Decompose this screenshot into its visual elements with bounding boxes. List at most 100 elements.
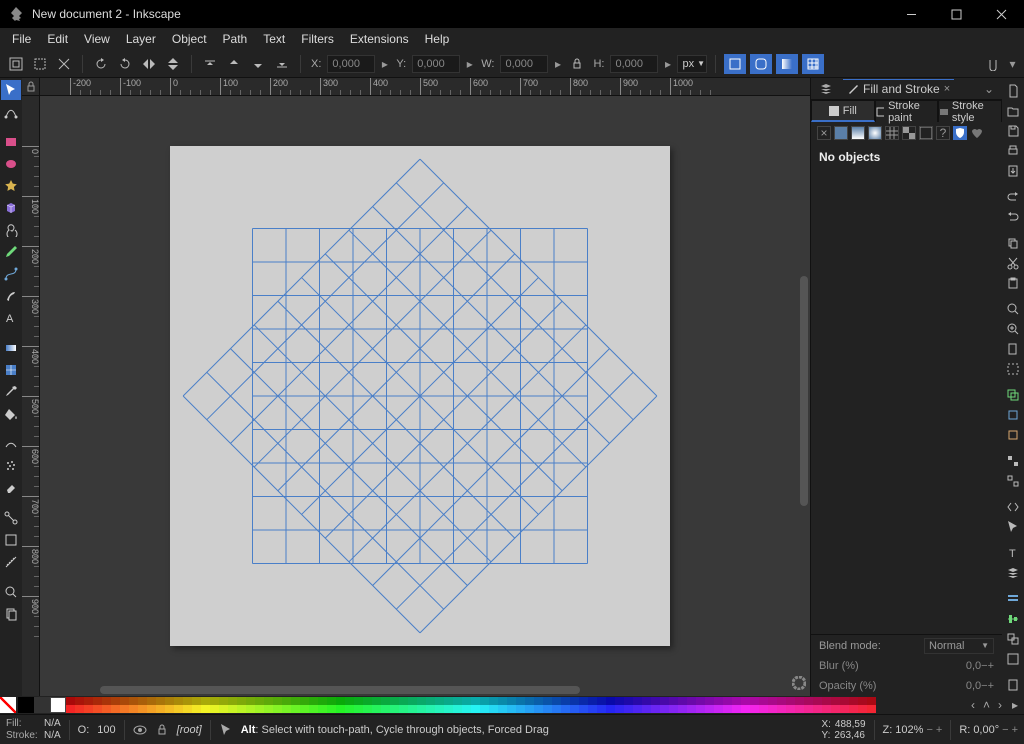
palette-color[interactable] (273, 697, 282, 713)
save-doc-icon[interactable] (1004, 124, 1022, 138)
palette-color[interactable] (750, 697, 759, 713)
text-tool[interactable]: A (1, 308, 21, 328)
palette-strip[interactable] (66, 697, 967, 713)
palette-color[interactable] (147, 697, 156, 713)
rect-tool[interactable] (1, 132, 21, 152)
palette-color[interactable] (453, 697, 462, 713)
unlink-clone-icon[interactable] (1004, 428, 1022, 442)
status-rotation[interactable]: R:0,00°−+ (959, 724, 1018, 736)
palette-color[interactable] (777, 697, 786, 713)
palette-color[interactable] (426, 697, 435, 713)
connector-tool[interactable] (1, 508, 21, 528)
print-doc-icon[interactable] (1004, 144, 1022, 158)
tab-stroke-style[interactable]: Stroke style (938, 100, 1002, 122)
palette-color[interactable] (84, 697, 93, 713)
opacity-row[interactable]: Opacity (%)0,0−+ (811, 676, 1002, 696)
palette-color[interactable] (561, 697, 570, 713)
palette-color[interactable] (822, 697, 831, 713)
lock-aspect-icon[interactable] (567, 54, 587, 74)
measure-tool[interactable] (1, 552, 21, 572)
palette-color[interactable] (282, 697, 291, 713)
palette-color[interactable] (354, 697, 363, 713)
w-stepper[interactable]: ▸ (552, 55, 563, 73)
palette-color[interactable] (633, 697, 642, 713)
viewport[interactable] (40, 96, 810, 696)
snap-menu-chevron[interactable]: ▾ (1007, 55, 1018, 73)
palette-color[interactable] (408, 697, 417, 713)
palette-color[interactable] (660, 697, 669, 713)
palette-color[interactable] (75, 697, 84, 713)
color-wheel-icon[interactable] (792, 676, 806, 690)
palette-color[interactable] (336, 697, 345, 713)
selector-tool[interactable] (1, 80, 21, 100)
palette-color[interactable] (363, 697, 372, 713)
ungroup-icon[interactable] (1004, 474, 1022, 488)
palette-color[interactable] (723, 697, 732, 713)
star-tool[interactable] (1, 176, 21, 196)
xml-editor-icon[interactable] (1004, 500, 1022, 514)
layer-lock-icon[interactable] (155, 723, 169, 737)
transform-dialog-icon[interactable] (1004, 632, 1022, 646)
paintbucket-tool[interactable] (1, 404, 21, 424)
h-input[interactable] (610, 55, 658, 73)
palette-color[interactable] (174, 697, 183, 713)
palette-color[interactable] (687, 697, 696, 713)
copy-icon[interactable] (1004, 236, 1022, 250)
close-panel-icon[interactable]: × (944, 83, 950, 95)
palette-color[interactable] (840, 697, 849, 713)
palette-color[interactable] (768, 697, 777, 713)
tab-fill[interactable]: Fill (811, 100, 875, 122)
swatch-black[interactable] (18, 697, 34, 713)
open-doc-icon[interactable] (1004, 104, 1022, 118)
bezier-tool[interactable] (1, 264, 21, 284)
palette-color[interactable] (615, 697, 624, 713)
palette-color[interactable] (525, 697, 534, 713)
palette-color[interactable] (219, 697, 228, 713)
align-dialog-icon[interactable] (1004, 612, 1022, 626)
palette-color[interactable] (417, 697, 426, 713)
palette-color[interactable] (543, 697, 552, 713)
palette-color[interactable] (480, 697, 489, 713)
palette-color[interactable] (534, 697, 543, 713)
maximize-button[interactable] (934, 0, 979, 28)
snap-toggle-icon[interactable] (983, 54, 1003, 74)
eraser-tool[interactable] (1, 478, 21, 498)
swatch-gray[interactable] (34, 697, 50, 713)
new-doc-icon[interactable] (1004, 84, 1022, 98)
dock-tab-layers-icon[interactable] (815, 80, 837, 98)
dock-tab-fillstroke[interactable]: Fill and Stroke × (843, 79, 954, 98)
palette-color[interactable] (399, 697, 408, 713)
palette-color[interactable] (93, 697, 102, 713)
zoom-page-icon[interactable] (1004, 342, 1022, 356)
minimize-button[interactable] (889, 0, 934, 28)
horizontal-scrollbar[interactable] (100, 686, 580, 694)
blend-mode-select[interactable]: Normal▼ (924, 638, 994, 654)
menu-view[interactable]: View (76, 29, 118, 49)
palette-color[interactable] (867, 697, 876, 713)
paint-shield-icon[interactable] (953, 126, 967, 140)
palette-menu-icon[interactable]: ▸ (1006, 698, 1024, 712)
palette-color[interactable] (228, 697, 237, 713)
doc-props-icon[interactable] (1004, 678, 1022, 692)
palette-color[interactable] (291, 697, 300, 713)
y-input[interactable] (412, 55, 460, 73)
palette-color[interactable] (444, 697, 453, 713)
palette-color[interactable] (597, 697, 606, 713)
palette-color[interactable] (516, 697, 525, 713)
h-stepper[interactable]: ▸ (662, 55, 673, 73)
palette-color[interactable] (795, 697, 804, 713)
palette-scroll-left-icon[interactable]: ‹ (967, 698, 979, 712)
scale-corners-icon[interactable] (750, 54, 772, 74)
pencil-tool[interactable] (1, 242, 21, 262)
paint-unknown-icon[interactable]: ? (936, 126, 950, 140)
palette-color[interactable] (309, 697, 318, 713)
ruler-corner-lock-icon[interactable] (22, 78, 40, 96)
paste-icon[interactable] (1004, 276, 1022, 290)
palette-color[interactable] (642, 697, 651, 713)
rotate-ccw-icon[interactable] (91, 54, 111, 74)
3dbox-tool[interactable] (1, 198, 21, 218)
palette-color[interactable] (246, 697, 255, 713)
tab-stroke-paint[interactable]: Stroke paint (875, 100, 939, 122)
palette-color[interactable] (462, 697, 471, 713)
node-tool[interactable] (1, 102, 21, 122)
